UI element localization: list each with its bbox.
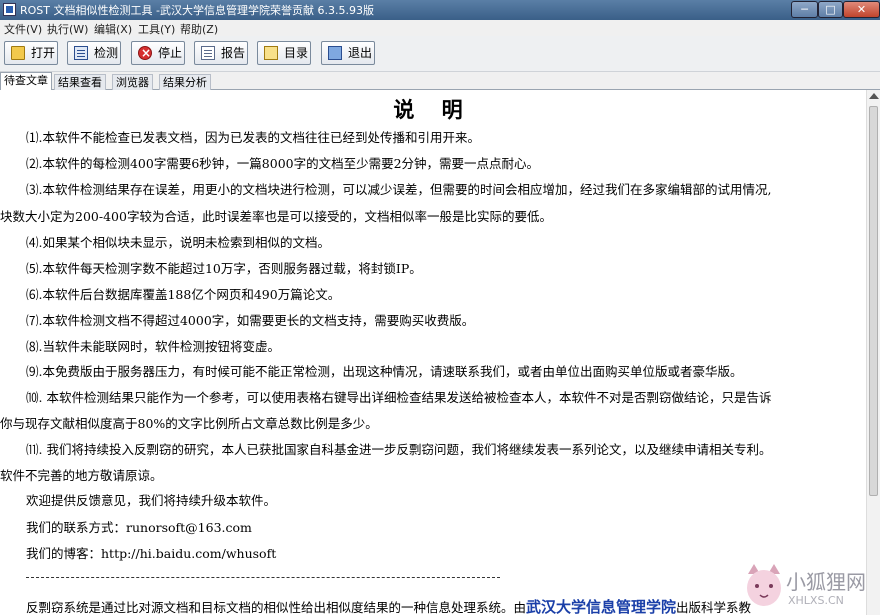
report-button[interactable]: 报告 — [194, 41, 248, 65]
minimize-button[interactable]: ─ — [791, 1, 818, 18]
menu-file[interactable]: 文件(V) — [4, 21, 42, 37]
text-line: 欢迎提供反馈意见，我们将持续升级本软件。 — [26, 493, 277, 508]
text-line: ⑻.当软件未能联网时，软件检测按钮将变虚。 — [26, 339, 280, 354]
scrollbar-thumb[interactable] — [869, 106, 878, 496]
close-button[interactable]: ✕ — [843, 1, 880, 18]
stop-icon — [138, 42, 152, 64]
report-icon — [201, 46, 215, 60]
title-bar: ROST 文档相似性检测工具 -武汉大学信息管理学院荣誉贡献 6.3.5.93版… — [0, 0, 880, 20]
catalog-button[interactable]: 目录 — [257, 41, 311, 65]
blog-line: 我们的博客：http://hi.baidu.com/whusoft — [26, 546, 277, 561]
open-button[interactable]: 打开 — [4, 41, 58, 65]
maximize-button[interactable]: □ — [818, 1, 843, 18]
tab-pending-article[interactable]: 待查文章 — [0, 72, 52, 90]
document-area[interactable]: 说 明 ⑴.本软件不能检查已发表文档，因为已发表的文档往往已经到处传播和引用开来… — [0, 90, 866, 615]
tab-browser[interactable]: 浏览器 — [112, 74, 153, 90]
text-line: 反剽窃系统是通过比对源文档和目标文档的相似性给出相似度结果的一种信息处理系统。由… — [26, 596, 751, 615]
detect-button[interactable]: 检测 — [67, 41, 121, 65]
text-line: ⑴.本软件不能检查已发表文档，因为已发表的文档往往已经到处传播和引用开来。 — [26, 130, 480, 145]
text-line: ⑾. 我们将持续投入反剽窃的研究，本人已获批国家自科基金进一步反剽窃问题，我们将… — [26, 442, 772, 457]
stop-label: 停止 — [158, 46, 183, 60]
menu-tools[interactable]: 工具(Y) — [138, 21, 175, 37]
text-line: 块数大小定为200-400字较为合适，此时误差率也是可以接受的，文档相似率一般是… — [0, 209, 552, 224]
contact-line: 我们的联系方式：runorsoft@163.com — [26, 520, 252, 535]
text-line: ⑽. 本软件检测结果只能作为一个参考，可以使用表格右键导出详细检查结果发送给被检… — [26, 390, 772, 405]
text-line: 软件不完善的地方敬请原谅。 — [0, 468, 163, 483]
report-label: 报告 — [221, 46, 246, 60]
divider — [26, 577, 500, 578]
page-title: 说 明 — [393, 97, 473, 122]
window-title: ROST 文档相似性检测工具 -武汉大学信息管理学院荣誉贡献 6.3.5.93版 — [20, 4, 374, 17]
vertical-scrollbar[interactable] — [866, 90, 880, 615]
text-line: ⑵.本软件的每检测400字需要6秒钟，一篇8000字的文档至少需要2分钟，需要一… — [26, 156, 540, 171]
stop-button[interactable]: 停止 — [131, 41, 185, 65]
text-line: ⑺.本软件检测文档不得超过4000字，如需要更长的文档支持，需要购买收费版。 — [26, 313, 475, 328]
tab-bar: 待查文章 结果查看 浏览器 结果分析 — [0, 72, 880, 90]
exit-label: 退出 — [348, 46, 373, 60]
menu-execute[interactable]: 执行(W) — [47, 21, 88, 37]
text-line: ⑸.本软件每天检测字数不能超过10万字，否则服务器过载，将封锁IP。 — [26, 261, 422, 276]
folder-icon — [11, 46, 25, 60]
watermark-text: 小狐狸网 — [786, 570, 866, 594]
exit-button[interactable]: 退出 — [321, 41, 375, 65]
toolbar: 打开 检测 停止 报告 目录 退出 — [0, 36, 880, 72]
tab-results-analysis[interactable]: 结果分析 — [159, 74, 211, 90]
last-line-end: 出版科学系教 — [676, 600, 752, 615]
exit-icon — [328, 46, 342, 60]
detect-label: 检测 — [94, 46, 119, 60]
text-line: ⑹.本软件后台数据库覆盖188亿个网页和490万篇论文。 — [26, 287, 341, 302]
menu-edit[interactable]: 编辑(X) — [94, 21, 132, 37]
fox-logo-icon — [747, 564, 781, 606]
tab-results-view[interactable]: 结果查看 — [54, 74, 106, 90]
watermark: 小狐狸网 XHLXS.CN — [744, 560, 866, 615]
menu-help[interactable]: 帮助(Z) — [180, 21, 218, 37]
open-label: 打开 — [31, 46, 56, 60]
list-icon — [264, 46, 278, 60]
text-line: ⑷.如果某个相似块未显示，说明未检索到相似的文档。 — [26, 235, 330, 250]
watermark-url: XHLXS.CN — [788, 594, 844, 607]
document-icon — [74, 46, 88, 60]
text-line: ⑼.本免费版由于服务器压力，有时候可能不能正常检测，出现这种情况，请速联系我们，… — [26, 364, 743, 379]
catalog-label: 目录 — [284, 46, 309, 60]
text-line: ⑶.本软件检测结果存在误差，用更小的文档块进行检测，可以减少误差，但需要的时间会… — [26, 182, 772, 197]
last-line-start: 反剽窃系统是通过比对源文档和目标文档的相似性给出相似度结果的一种信息处理系统。由 — [26, 600, 527, 615]
scroll-up-arrow-icon[interactable] — [869, 93, 879, 99]
menu-bar: 文件(V) 执行(W) 编辑(X) 工具(Y) 帮助(Z) — [0, 20, 880, 36]
text-line: 你与现存文献相似度高于80%的文字比例所占文章总数比例是多少。 — [0, 416, 378, 431]
app-icon — [3, 3, 16, 16]
whu-link[interactable]: 武汉大学信息管理学院 — [526, 598, 676, 615]
